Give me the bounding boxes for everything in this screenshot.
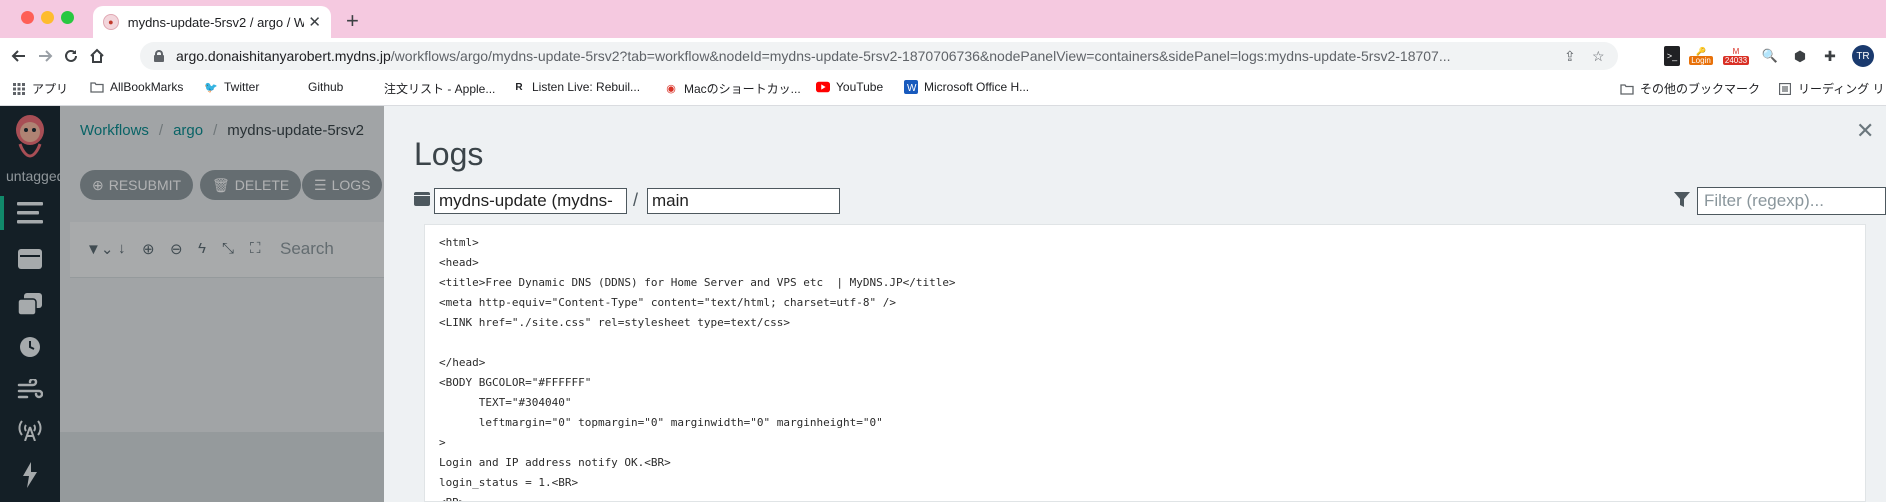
bookmark-label: YouTube [836, 80, 884, 94]
new-tab-icon[interactable]: + [346, 8, 359, 34]
url-path: /workflows/argo/mydns-update-5rsv2?tab=w… [390, 48, 1451, 64]
profile-avatar[interactable]: TR [1852, 45, 1874, 67]
argo-favicon-icon: ● [103, 14, 119, 30]
log-line: Login and IP address notify OK.<BR> [439, 456, 671, 469]
bookmark-label: Github [308, 80, 344, 94]
filter-funnel-icon [1674, 192, 1690, 208]
terminal-extension-icon[interactable]: >_ [1664, 46, 1680, 66]
bookmark-youtube[interactable]: YouTube [816, 80, 883, 94]
login-extension-icon[interactable]: 🔑 Login [1688, 46, 1714, 66]
hexagon-extension-icon[interactable]: ⬢ [1792, 46, 1808, 66]
extensions-puzzle-icon[interactable]: ✚ [1822, 46, 1838, 66]
logs-side-panel: Logs ✕ mydns-update (mydns- / main <html… [384, 106, 1886, 502]
bookmark-star-icon[interactable]: ☆ [1592, 48, 1605, 65]
bookmark-label: リーディング リ [1798, 82, 1885, 96]
log-viewer[interactable]: <html> <head> <title>Free Dynamic DNS (D… [424, 224, 1866, 502]
login-extension-label: Login [1689, 56, 1713, 65]
filter-regexp-input[interactable] [1697, 187, 1886, 215]
window-zoom-button[interactable] [61, 11, 74, 24]
github-icon [288, 80, 302, 94]
log-line: > [439, 436, 446, 449]
apple-icon [364, 82, 378, 96]
bookmark-label: AllBookMarks [110, 80, 184, 94]
pod-box-icon [414, 192, 430, 206]
argo-app: untagged Workflows / argo / mydns-update… [0, 106, 1886, 502]
bookmark-microsoft-office[interactable]: W Microsoft Office H... [904, 80, 1029, 94]
twitter-icon: 🐦 [204, 81, 218, 94]
log-line: <BR> [425, 493, 1865, 501]
bookmark-apple-orders[interactable]: 注文リスト - Apple... [364, 80, 495, 97]
bookmark-github[interactable]: Github [288, 80, 343, 94]
log-line: login_status = 1.<BR> [439, 476, 579, 489]
tab-title: mydns-update-5rsv2 / argo / W [127, 14, 305, 30]
close-icon[interactable]: ✕ [1856, 118, 1874, 144]
logs-panel-title: Logs [414, 136, 484, 172]
url-text: argo.donaishitanyarobert.mydns.jp/workfl… [176, 48, 1556, 64]
pod-container-separator: / [633, 190, 639, 210]
svg-text:W: W [907, 83, 917, 94]
lock-icon [154, 50, 164, 62]
bookmark-allbookmarks[interactable]: AllBookMarks [90, 80, 183, 94]
gmail-extension-icon[interactable]: M 24033 [1722, 46, 1750, 66]
address-bar[interactable]: argo.donaishitanyarobert.mydns.jp/workfl… [140, 42, 1618, 70]
bookmark-label: アプリ [32, 82, 69, 96]
bookmark-other-bookmarks[interactable]: その他のブックマーク [1620, 80, 1760, 97]
log-line: <meta http-equiv="Content-Type" content=… [439, 296, 896, 309]
log-line: <title>Free Dynamic DNS (DDNS) for Home … [439, 276, 956, 289]
reload-icon[interactable] [60, 45, 82, 67]
bookmark-twitter[interactable]: 🐦 Twitter [204, 80, 259, 94]
tab-close-icon[interactable]: ✕ [308, 13, 321, 31]
browser-tab-strip: ● mydns-update-5rsv2 / argo / W ✕ + [0, 0, 1886, 38]
youtube-icon [816, 80, 830, 94]
panel-backdrop-overlay[interactable] [0, 106, 384, 502]
log-line: TEXT="#304040" [439, 396, 572, 409]
bookmark-mac-shortcuts[interactable]: ◉ Macのショートカッ... [664, 80, 801, 97]
home-icon[interactable] [86, 45, 108, 67]
bookmark-label: Twitter [224, 80, 260, 94]
log-line: <BODY BGCOLOR="#FFFFFF" [439, 376, 592, 389]
log-lines: <html> <head> <title>Free Dynamic DNS (D… [425, 225, 1865, 501]
folder-icon [90, 80, 104, 94]
pod-select-input[interactable]: mydns-update (mydns- [434, 188, 627, 214]
word-icon: W [904, 80, 918, 94]
browser-toolbar: argo.donaishitanyarobert.mydns.jp/workfl… [0, 38, 1886, 74]
forward-icon[interactable] [34, 45, 56, 67]
share-icon[interactable]: ⇪ [1564, 48, 1576, 65]
bookmark-label: その他のブックマーク [1640, 82, 1761, 96]
log-line: <html> [439, 236, 479, 249]
log-line: </head> [439, 356, 486, 369]
gmail-count-badge: 24033 [1722, 56, 1750, 65]
container-select-input[interactable]: main [647, 188, 840, 214]
log-line: <LINK href="./site.css" rel=stylesheet t… [439, 316, 790, 329]
search-extension-icon[interactable]: 🔍 [1762, 46, 1778, 66]
bookmarks-bar: アプリ AllBookMarks 🐦 Twitter Github 注文リスト … [0, 74, 1886, 106]
bookmark-label: Microsoft Office H... [924, 80, 1030, 94]
bookmark-reading-list[interactable]: リーディング リ [1778, 80, 1885, 97]
bookmark-label: 注文リスト - Apple... [384, 82, 496, 96]
apps-grid-icon [12, 82, 26, 96]
browser-tab-active[interactable]: ● mydns-update-5rsv2 / argo / W ✕ [93, 6, 331, 38]
bookmark-apps[interactable]: アプリ [12, 80, 68, 97]
shortcut-icon: ◉ [666, 83, 676, 95]
folder-icon [1620, 82, 1634, 96]
bookmark-rebuild[interactable]: R Listen Live: Rebuil... [512, 80, 640, 94]
log-line: <head> [439, 256, 479, 269]
window-minimize-button[interactable] [41, 11, 54, 24]
window-close-button[interactable] [21, 11, 34, 24]
rebuild-icon: R [515, 81, 523, 93]
reading-list-icon [1778, 82, 1792, 96]
url-host: argo.donaishitanyarobert.mydns.jp [176, 48, 391, 64]
log-line: leftmargin="0" topmargin="0" marginwidth… [439, 416, 883, 429]
back-icon[interactable] [8, 45, 30, 67]
bookmark-label: Listen Live: Rebuil... [532, 80, 641, 94]
bookmark-label: Macのショートカッ... [684, 82, 801, 96]
